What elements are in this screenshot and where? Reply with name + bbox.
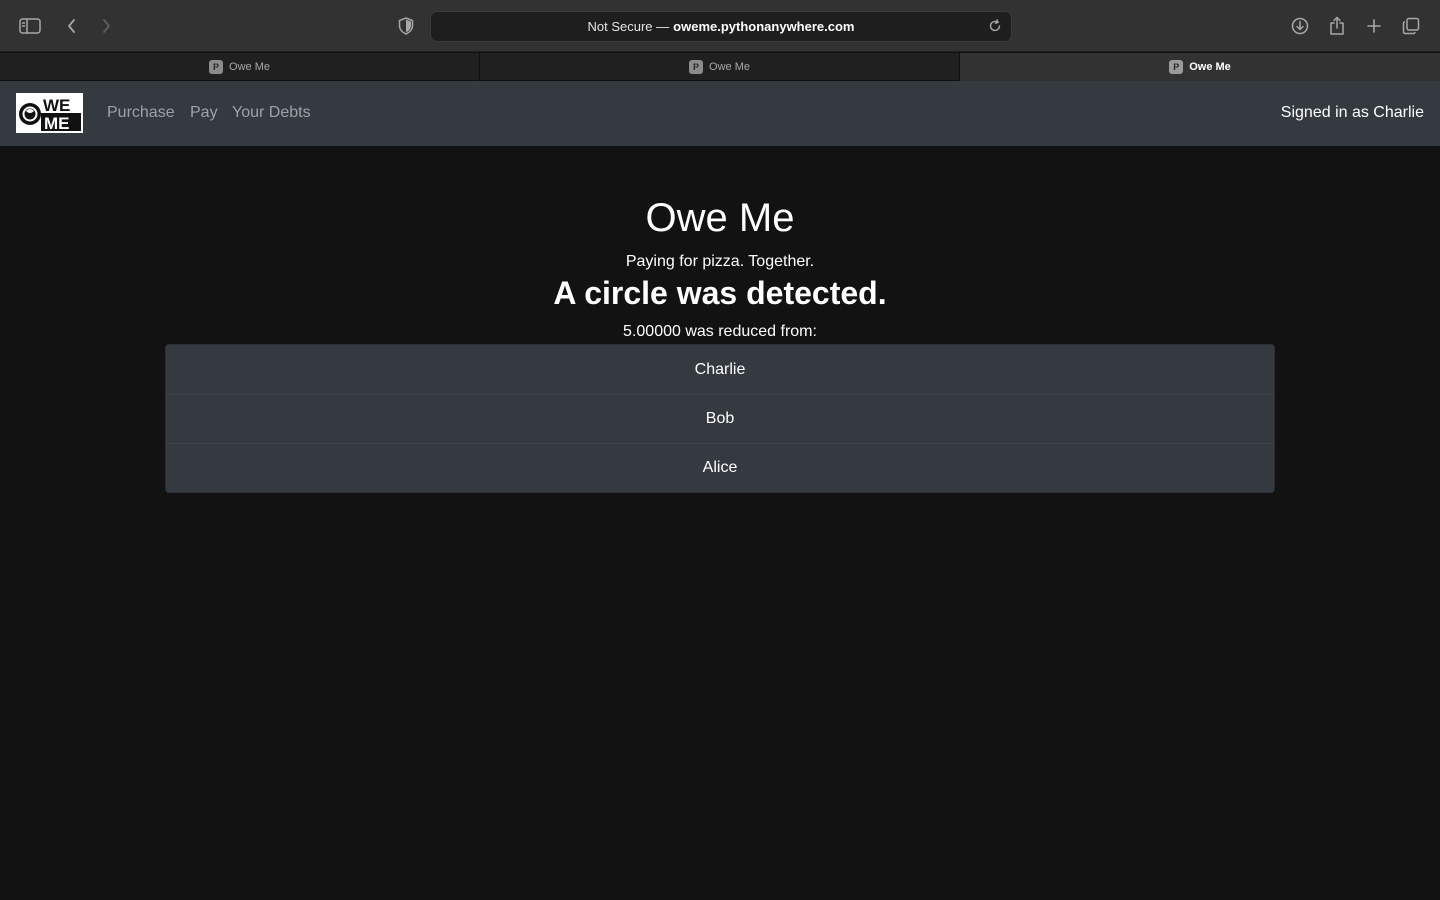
tagline: Paying for pizza. Together. — [625, 253, 815, 270]
favicon-icon: P — [689, 60, 704, 74]
list-item: Charlie — [694, 360, 746, 378]
logo-text-top: WE — [43, 96, 70, 115]
reload-icon[interactable] — [983, 14, 1007, 38]
shield-icon[interactable] — [392, 12, 420, 40]
browser-tab[interactable]: P Owe Me — [0, 53, 480, 81]
address-bar[interactable]: Not Secure — oweme.pythonanywhere.com — [430, 11, 1012, 42]
brand-logo[interactable]: WE ME — [16, 93, 83, 133]
favicon-icon: P — [209, 60, 224, 74]
nav-purchase-link[interactable]: Purchase — [107, 104, 175, 122]
chevron-left-icon[interactable] — [58, 12, 86, 40]
browser-toolbar: Not Secure — oweme.pythonanywhere.com — [0, 0, 1440, 52]
browser-tab[interactable]: P Owe Me — [480, 53, 960, 81]
tab-bar: P Owe Me P Owe Me P Owe Me — [0, 53, 1440, 81]
share-icon[interactable] — [1323, 12, 1351, 40]
browser-tab-active[interactable]: P Owe Me — [960, 53, 1440, 81]
address-security-label: Not Secure — — [587, 19, 670, 34]
plus-icon[interactable] — [1360, 12, 1388, 40]
favicon-icon: P — [1169, 60, 1184, 74]
nav-pay-link[interactable]: Pay — [190, 104, 218, 122]
list-item: Bob — [166, 394, 1274, 443]
tab-label: Owe Me — [229, 61, 270, 73]
logo-text-bottom: ME — [44, 114, 70, 132]
download-icon[interactable] — [1286, 12, 1314, 40]
site-navbar: WE ME Purchase Pay Your Debts Signed in … — [0, 81, 1440, 146]
nav-your-debts-link[interactable]: Your Debts — [232, 104, 311, 122]
address-host: oweme.pythonanywhere.com — [673, 19, 855, 34]
tabs-overview-icon[interactable] — [1397, 12, 1425, 40]
tab-label: Owe Me — [1189, 61, 1231, 73]
reduction-summary: 5.00000 was reduced from: — [623, 323, 817, 340]
people-list: Charlie Bob Alice — [165, 344, 1275, 493]
circle-detected-heading: A circle was detected. — [553, 275, 887, 311]
tab-label: Owe Me — [709, 61, 750, 73]
chevron-right-icon[interactable] — [92, 12, 120, 40]
signed-in-status: Signed in as Charlie — [1280, 104, 1424, 121]
list-item: Alice — [166, 443, 1274, 492]
page-title: Owe Me — [645, 196, 795, 240]
sidebar-icon[interactable] — [16, 12, 44, 40]
